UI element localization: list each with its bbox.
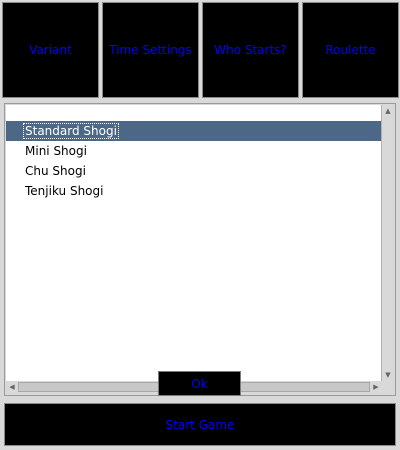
start-game-button[interactable]: Start Game [4,403,396,446]
tab-variant[interactable]: Variant [2,2,99,98]
variant-option-chu-shogi[interactable]: Chu Shogi [6,161,381,181]
tab-time-settings-label: Time Settings [109,43,192,57]
variant-option-standard-shogi[interactable]: Standard Shogi [6,121,381,141]
variant-listbox[interactable]: Standard Shogi Mini Shogi Chu Shogi Tenj… [6,105,382,381]
scroll-left-arrow-icon[interactable]: ◀ [6,381,18,393]
variant-option-label: Standard Shogi [23,123,119,139]
variant-option-label: Chu Shogi [25,164,86,178]
variant-option-label: Tenjiku Shogi [25,184,104,198]
scroll-down-arrow-icon[interactable]: ▼ [382,369,394,381]
variant-option-label: Mini Shogi [25,144,87,158]
tab-who-starts[interactable]: Who Starts? [202,2,299,98]
tab-variant-label: Variant [29,43,72,57]
ok-button[interactable]: Ok [158,371,241,396]
variant-option-mini-shogi[interactable]: Mini Shogi [6,141,381,161]
tab-time-settings[interactable]: Time Settings [102,2,199,98]
start-game-button-label: Start Game [165,417,235,432]
tab-roulette-label: Roulette [325,43,376,57]
tab-who-starts-label: Who Starts? [214,43,287,57]
variant-option-tenjiku-shogi[interactable]: Tenjiku Shogi [6,181,381,201]
ok-button-label: Ok [191,376,208,391]
vertical-scrollbar[interactable]: ▲ ▼ [382,105,394,381]
scroll-up-arrow-icon[interactable]: ▲ [382,105,394,117]
scroll-right-arrow-icon[interactable]: ▶ [370,381,382,393]
tab-roulette[interactable]: Roulette [302,2,399,98]
variant-panel: Standard Shogi Mini Shogi Chu Shogi Tenj… [4,103,396,396]
